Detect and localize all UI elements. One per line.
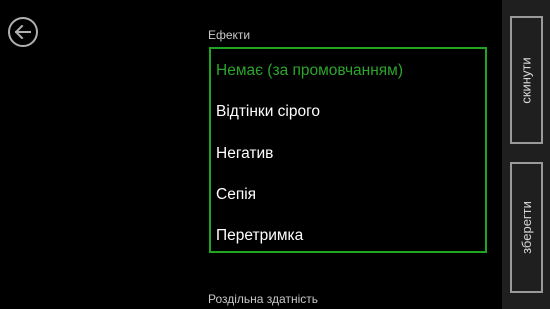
save-button[interactable]: зберегти bbox=[510, 162, 543, 293]
resolution-label: Роздільна здатність bbox=[208, 292, 318, 306]
effect-option-sepia[interactable]: Сепія bbox=[216, 186, 256, 204]
effect-option-grayscale[interactable]: Відтінки сірого bbox=[216, 103, 320, 121]
effect-option-overexposure[interactable]: Перетримка bbox=[216, 227, 303, 245]
effects-picker[interactable]: Немає (за промовчанням) Відтінки сірого … bbox=[209, 47, 487, 253]
save-button-label: зберегти bbox=[519, 201, 535, 254]
back-button[interactable] bbox=[8, 17, 38, 47]
camera-settings-screen: Ефекти Немає (за промовчанням) Відтінки … bbox=[0, 0, 550, 309]
effects-label: Ефекти bbox=[208, 28, 251, 42]
reset-button-label: скинути bbox=[519, 56, 535, 104]
reset-button[interactable]: скинути bbox=[510, 16, 543, 144]
arrow-left-icon bbox=[15, 25, 31, 39]
effect-option-none[interactable]: Немає (за промовчанням) bbox=[216, 62, 403, 80]
effect-option-negative[interactable]: Негатив bbox=[216, 145, 273, 163]
